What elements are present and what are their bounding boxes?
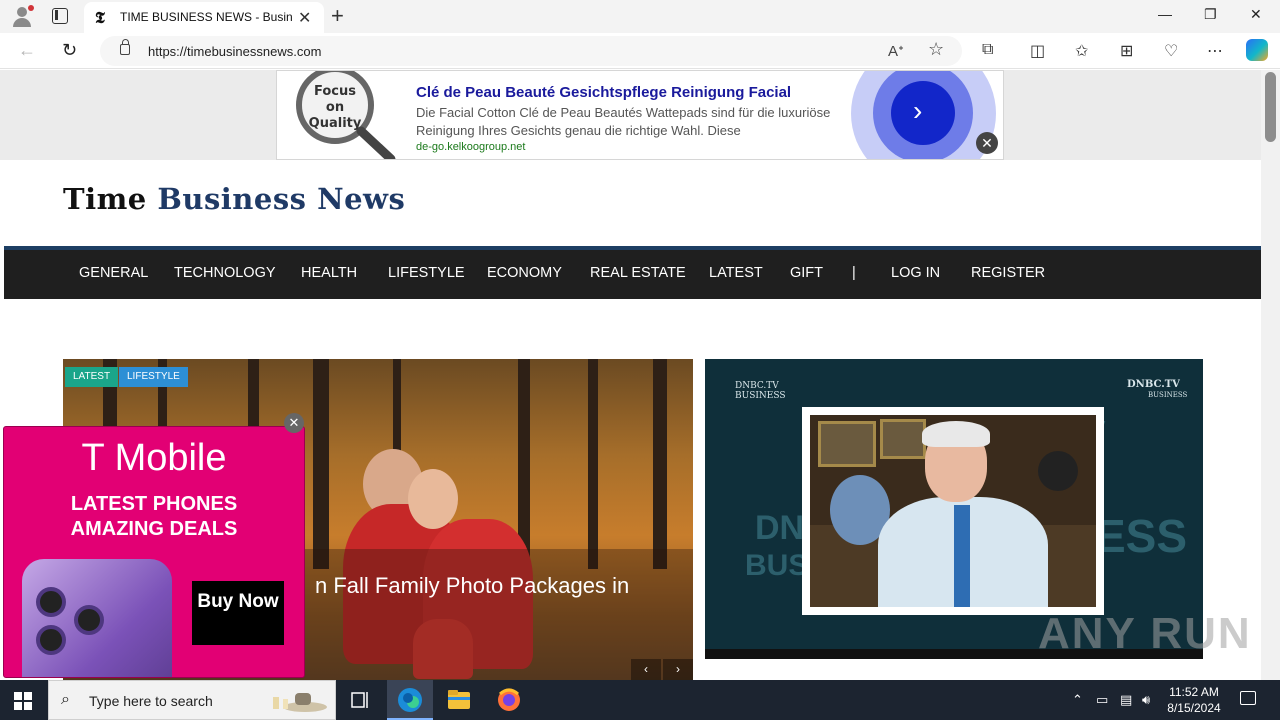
tab-close-icon[interactable]: ✕: [298, 8, 311, 28]
file-explorer-icon[interactable]: [436, 680, 482, 720]
video-frame: [802, 407, 1104, 615]
svg-text:Quality: Quality: [309, 116, 362, 131]
site-logo[interactable]: Time Business News: [63, 182, 405, 216]
channel-logo-right-sub: BUSINESS: [1148, 391, 1188, 399]
windows-taskbar: ⌕ Type here to search ⌃ ▭ ▤ 🔊︎ 11:52 AM …: [0, 680, 1280, 720]
battery-icon[interactable]: ▭: [1096, 692, 1108, 708]
channel-logo-right: DNBC.TV: [1127, 379, 1180, 390]
category-badge-latest[interactable]: LATEST: [65, 367, 119, 387]
site-favicon-icon: 𝕿: [95, 8, 105, 27]
scrollbar-thumb[interactable]: [1265, 72, 1276, 142]
refresh-icon[interactable]: ↻: [62, 40, 77, 61]
search-highlight-icon: [273, 693, 327, 712]
lock-icon[interactable]: [120, 39, 130, 55]
network-icon[interactable]: ▤: [1120, 692, 1132, 708]
extensions-icon[interactable]: ⧉: [982, 41, 993, 59]
nav-log-in[interactable]: LOG IN: [891, 265, 940, 281]
system-clock[interactable]: 11:52 AM 8/15/2024: [1162, 684, 1226, 716]
address-bar[interactable]: https://timebusinessnews.com Aᐩ ☆: [100, 36, 962, 66]
copilot-icon[interactable]: [1246, 39, 1268, 61]
web-page: Focus on Quality Clé de Peau Beauté Gesi…: [0, 70, 1261, 680]
tab-title: TIME BUSINESS NEWS - Business: [120, 10, 292, 24]
main-navigation: GENERAL TECHNOLOGY HEALTH LIFESTYLE ECON…: [4, 246, 1261, 299]
nav-health[interactable]: HEALTH: [301, 265, 357, 281]
ad-go-button[interactable]: [891, 81, 955, 145]
nav-register[interactable]: REGISTER: [971, 265, 1045, 281]
url-text[interactable]: https://timebusinessnews.com: [148, 44, 321, 59]
more-menu-icon[interactable]: ⋯: [1207, 41, 1223, 61]
close-window-button[interactable]: ✕: [1250, 6, 1262, 23]
tmobile-popup-ad[interactable]: T Mobile LATEST PHONES AMAZING DEALS Buy…: [3, 426, 305, 678]
ad-url[interactable]: de-go.kelkoogroup.net: [416, 141, 525, 153]
taskbar-search-box[interactable]: ⌕ Type here to search: [48, 680, 336, 720]
favorite-star-icon[interactable]: ☆: [928, 39, 944, 60]
task-view-icon[interactable]: [337, 680, 383, 720]
nav-general[interactable]: GENERAL: [79, 265, 148, 281]
browser-tab[interactable]: 𝕿 TIME BUSINESS NEWS - Business ✕: [84, 2, 324, 33]
read-aloud-icon[interactable]: Aᐩ: [888, 42, 904, 60]
nav-technology[interactable]: TECHNOLOGY: [174, 265, 276, 281]
edge-taskbar-icon[interactable]: [387, 680, 433, 720]
collections-icon[interactable]: ⊞: [1120, 41, 1133, 61]
ad-headline-2: AMAZING DEALS: [70, 518, 238, 540]
browser-essentials-icon[interactable]: ♡: [1164, 41, 1178, 61]
hero-article-title[interactable]: n Fall Family Photo Packages in: [315, 573, 629, 599]
split-screen-icon[interactable]: ◫: [1030, 41, 1045, 61]
nav-separator: |: [852, 265, 856, 281]
tmobile-logo: T Mobile: [81, 437, 227, 479]
profile-icon[interactable]: [10, 5, 34, 27]
phone-image: [22, 559, 172, 677]
top-banner-ad[interactable]: Focus on Quality Clé de Peau Beauté Gesi…: [276, 70, 1004, 160]
nav-real-estate[interactable]: REAL ESTATE: [590, 265, 686, 281]
svg-text:Focus: Focus: [314, 84, 356, 99]
nav-economy[interactable]: ECONOMY: [487, 265, 562, 281]
focus-on-quality-magnifier-icon: Focus on Quality: [296, 71, 396, 159]
ad-close-button[interactable]: ✕: [976, 132, 998, 154]
ad-headline-1: LATEST PHONES: [70, 493, 238, 515]
channel-logo-left: DNBC.TV BUSINESS: [735, 381, 786, 401]
buy-now-button[interactable]: Buy Now: [192, 581, 284, 645]
popup-close-button[interactable]: ✕: [284, 413, 304, 433]
back-icon[interactable]: ←: [18, 40, 36, 61]
chevron-up-icon[interactable]: ⌃: [1072, 692, 1083, 708]
category-badge-lifestyle[interactable]: LIFESTYLE: [119, 367, 188, 387]
search-placeholder[interactable]: Type here to search: [89, 693, 213, 709]
nav-gift[interactable]: GIFT: [790, 265, 823, 281]
new-tab-button[interactable]: +: [331, 3, 344, 29]
page-scrollbar[interactable]: [1261, 70, 1280, 680]
ad-description: Die Facial Cotton Clé de Peau Beautés Wa…: [416, 105, 831, 138]
tab-actions-icon[interactable]: [52, 8, 68, 24]
nav-latest[interactable]: LATEST: [709, 265, 763, 281]
volume-icon[interactable]: 🔊︎: [1142, 692, 1150, 708]
anyrun-watermark: ANY RUN: [1038, 609, 1252, 658]
clock-time: 11:52 AM: [1169, 685, 1219, 699]
browser-tab-bar: 𝕿 TIME BUSINESS NEWS - Business ✕ + — ❐ …: [0, 0, 1280, 33]
search-icon: ⌕: [61, 691, 70, 708]
minimize-button[interactable]: —: [1158, 6, 1172, 22]
address-bar-row: ← ↻ https://timebusinessnews.com Aᐩ ☆ ⧉ …: [0, 33, 1280, 69]
ad-title[interactable]: Clé de Peau Beauté Gesichtspflege Reinig…: [416, 84, 791, 101]
restore-button[interactable]: ❐: [1204, 6, 1217, 23]
chevron-right-icon[interactable]: ›: [913, 95, 922, 127]
notification-icon[interactable]: [1240, 691, 1256, 705]
svg-text:on: on: [326, 100, 344, 115]
windows-start-icon[interactable]: [14, 692, 32, 710]
favorites-icon[interactable]: ✩: [1075, 41, 1088, 61]
slider-next-button[interactable]: ›: [663, 659, 693, 680]
nav-lifestyle[interactable]: LIFESTYLE: [388, 265, 465, 281]
clock-date: 8/15/2024: [1167, 701, 1221, 715]
slider-prev-button[interactable]: ‹: [631, 659, 661, 680]
firefox-icon[interactable]: [486, 680, 532, 720]
